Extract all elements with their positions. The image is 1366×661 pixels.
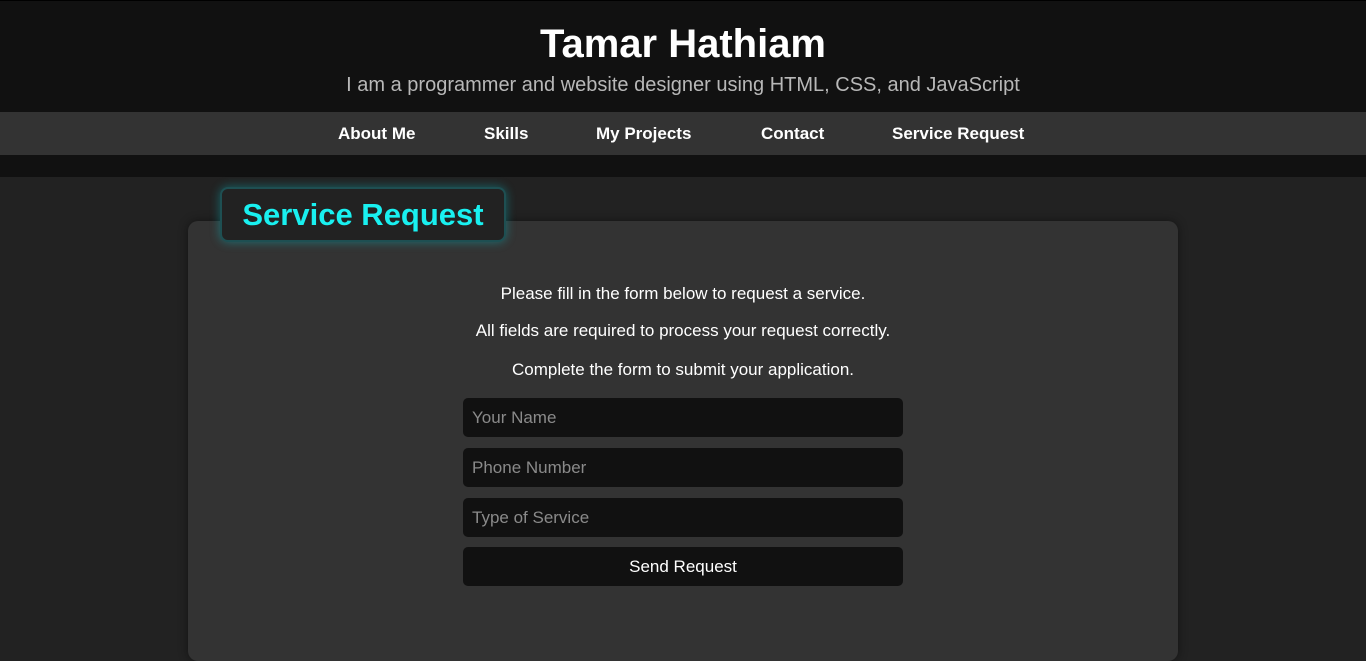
section-heading: Service Request xyxy=(220,187,506,242)
nav-link-skills[interactable]: Skills xyxy=(484,112,528,155)
main-nav: About Me Skills My Projects Contact Serv… xyxy=(0,112,1366,155)
site-subtitle: I am a programmer and website designer u… xyxy=(346,74,1020,96)
service-type-input[interactable] xyxy=(463,498,903,537)
nav-divider-strip xyxy=(0,155,1366,177)
name-input[interactable] xyxy=(463,398,903,437)
nav-link-about-me[interactable]: About Me xyxy=(338,112,415,155)
site-header: Tamar Hathiam I am a programmer and webs… xyxy=(0,0,1366,112)
intro-line-2: All fields are required to process your … xyxy=(475,321,891,340)
nav-link-contact[interactable]: Contact xyxy=(761,112,824,155)
phone-input[interactable] xyxy=(463,448,903,487)
nav-link-service-request[interactable]: Service Request xyxy=(892,112,1024,155)
send-request-button[interactable]: Send Request xyxy=(463,547,903,586)
site-title: Tamar Hathiam xyxy=(539,22,826,66)
nav-link-my-projects[interactable]: My Projects xyxy=(596,112,691,155)
intro-line-1: Please fill in the form below to request… xyxy=(500,284,866,303)
intro-line-3: Complete the form to submit your applica… xyxy=(511,360,855,379)
